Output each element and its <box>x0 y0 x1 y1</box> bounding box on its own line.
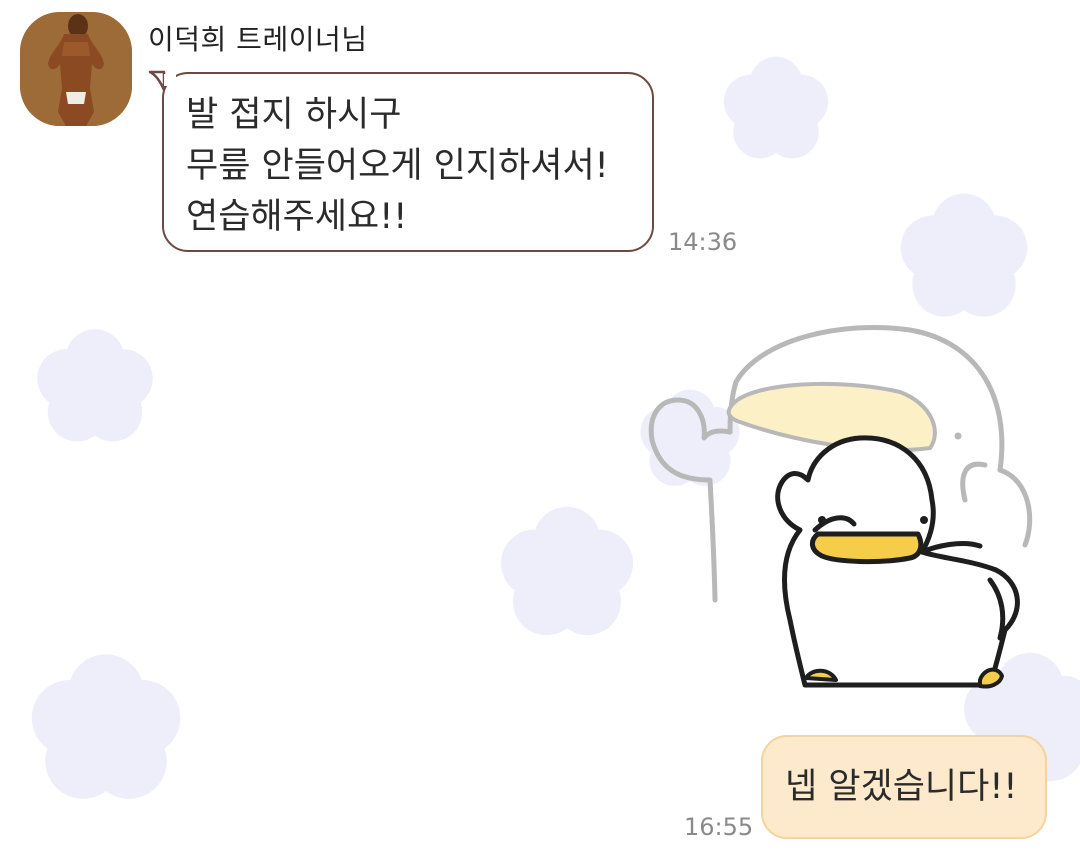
incoming-message-bubble[interactable]: 발 접지 하시구 무릎 안들어오게 인지하셔서! 연습해주세요!! <box>162 72 654 252</box>
message-line: 연습해주세요!! <box>186 197 408 237</box>
sender-avatar[interactable] <box>20 12 132 126</box>
small-duck-icon <box>775 435 1020 689</box>
chat-room: 이덕희 트레이너님 발 접지 하시구 무릎 안들어오게 인지하셔서! 연습해주세… <box>0 0 1080 866</box>
duck-sticker[interactable] <box>640 320 1040 700</box>
message-line: 넵 알겠습니다!! <box>785 766 1018 807</box>
message-line: 무릎 안들어오게 인지하셔서! <box>186 146 609 186</box>
bubble-tail-cover <box>164 74 176 86</box>
message-line: 발 접지 하시구 <box>186 95 402 135</box>
sender-name: 이덕희 트레이너님 <box>148 23 368 56</box>
incoming-message-time: 14:36 <box>668 228 738 256</box>
faded-duck-beak <box>726 381 937 453</box>
outgoing-message-time: 16:55 <box>684 813 754 841</box>
avatar-photo <box>20 12 132 126</box>
outgoing-message-bubble[interactable]: 넵 알겠습니다!! <box>761 735 1047 839</box>
